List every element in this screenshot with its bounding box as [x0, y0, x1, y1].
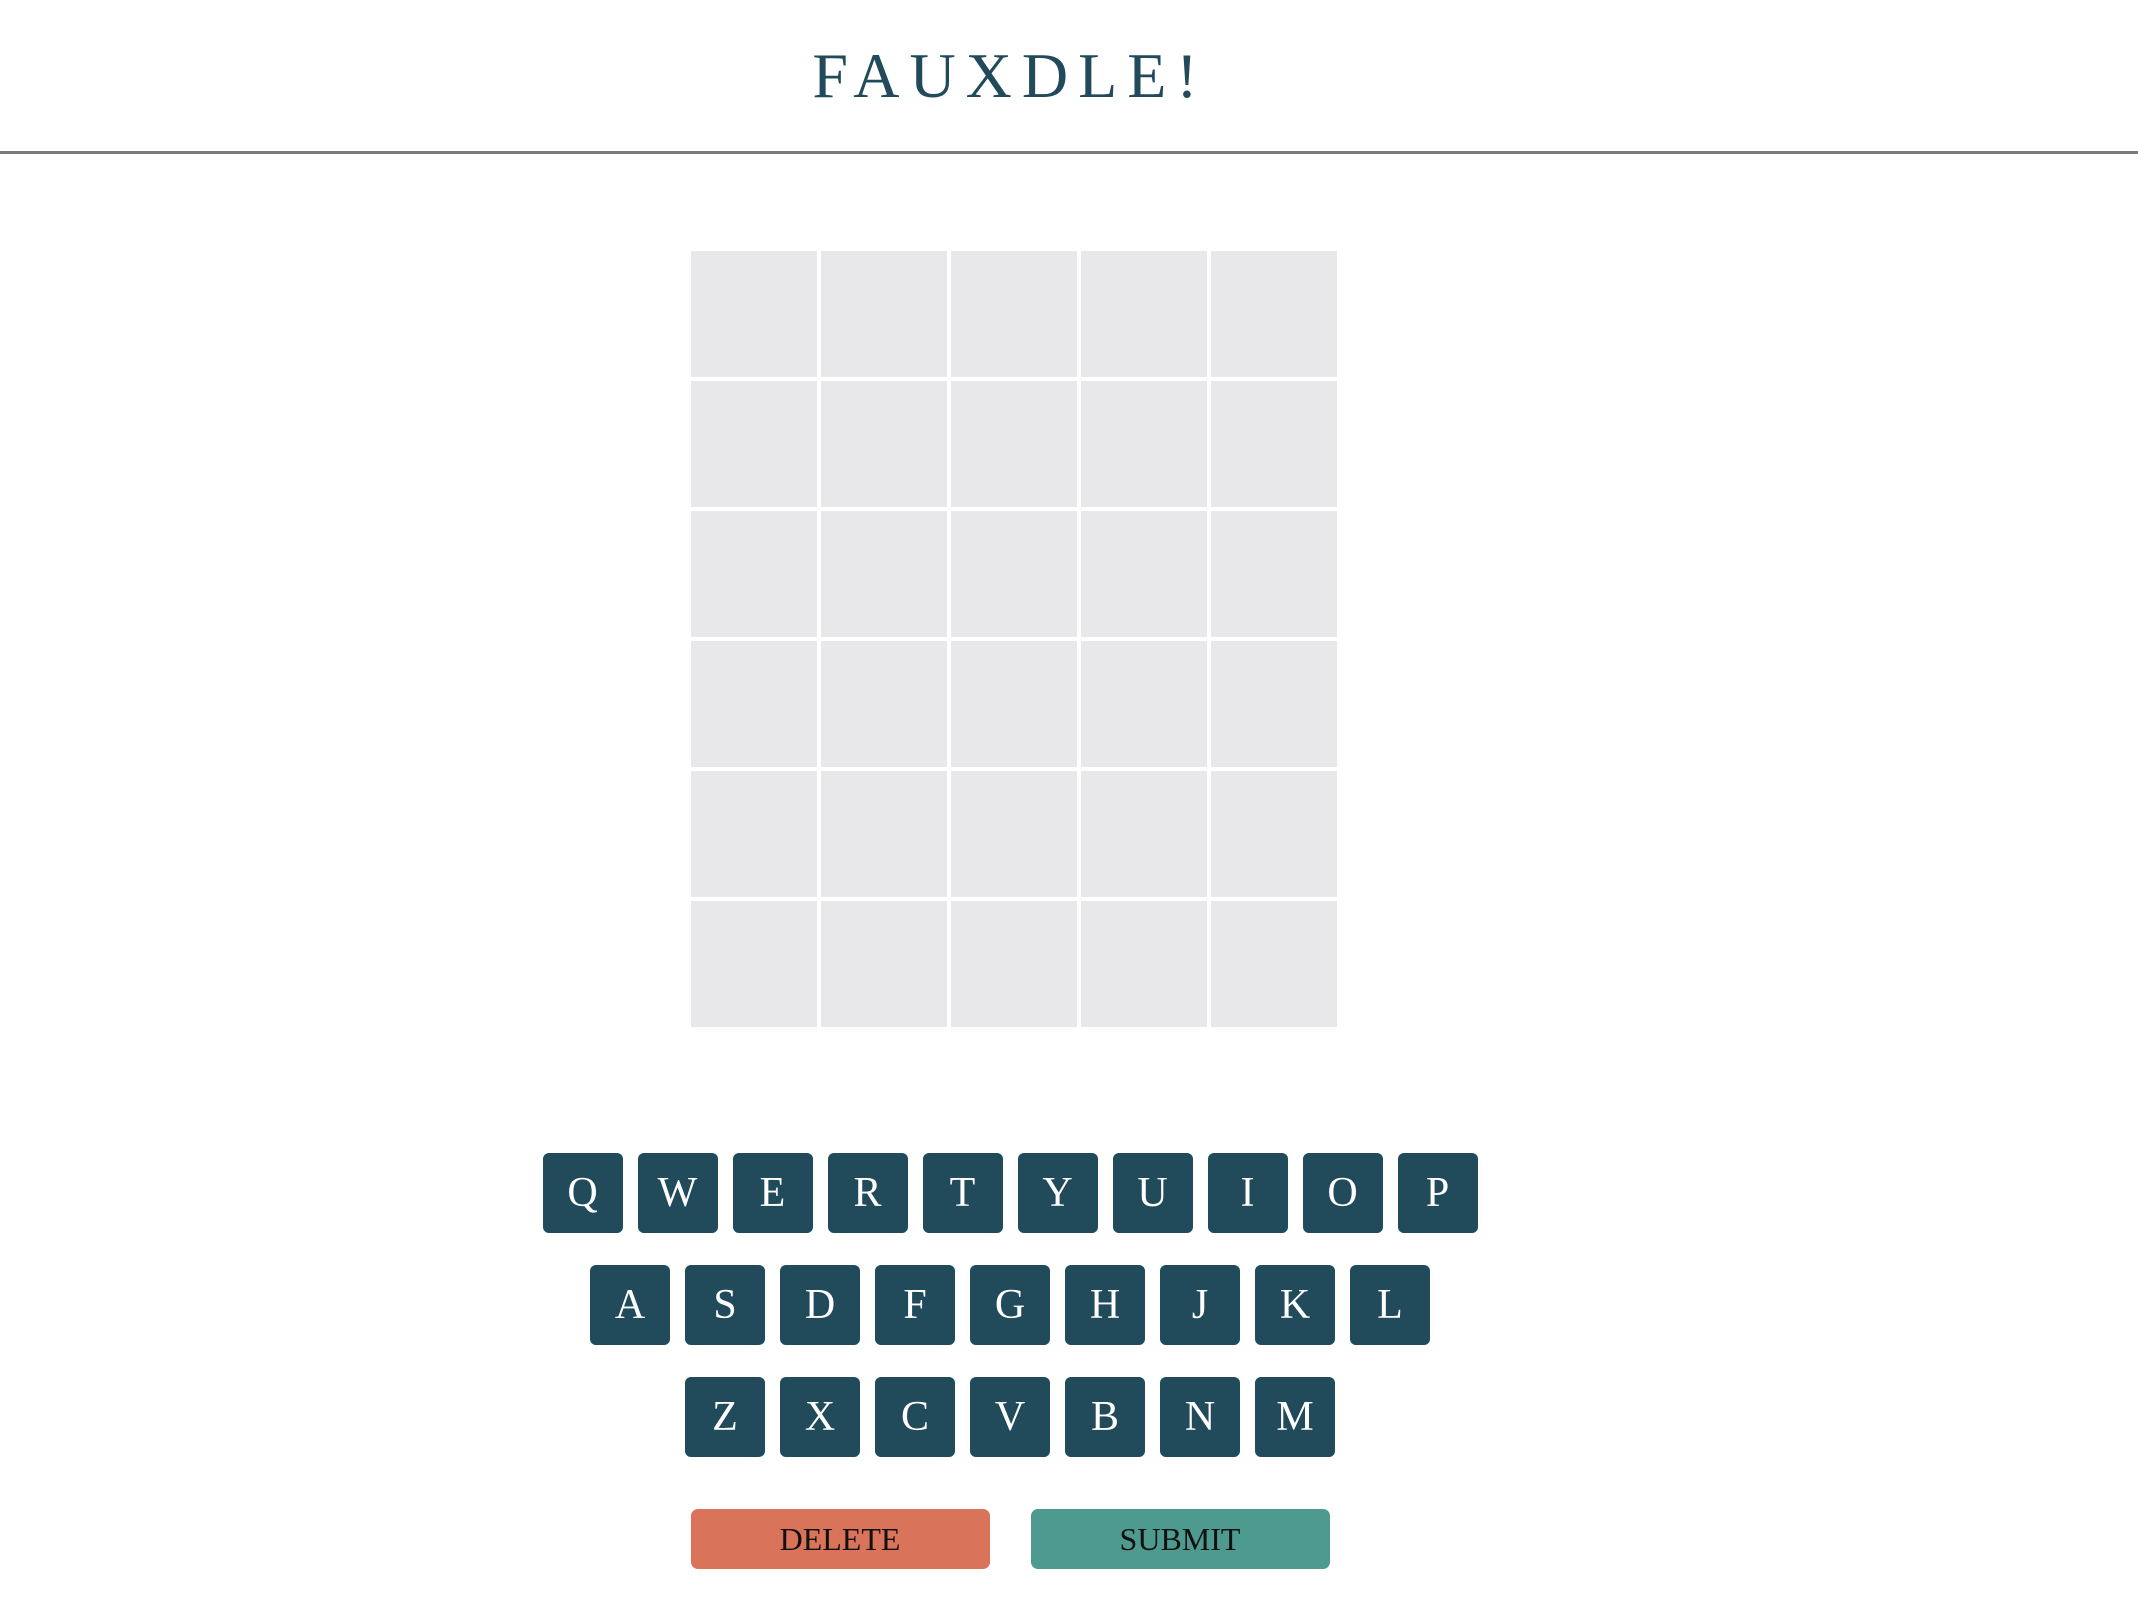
game-board	[691, 251, 1337, 1027]
board-tile	[821, 381, 947, 507]
key-z[interactable]: Z	[685, 1377, 765, 1457]
board-tile	[821, 771, 947, 897]
key-x[interactable]: X	[780, 1377, 860, 1457]
key-t[interactable]: T	[922, 1153, 1003, 1233]
board-tile	[951, 901, 1077, 1027]
board-tile	[1211, 251, 1337, 377]
board-tile	[951, 381, 1077, 507]
board-tile	[1081, 511, 1207, 637]
board-tile	[821, 901, 947, 1027]
key-b[interactable]: B	[1065, 1377, 1145, 1457]
board-tile	[691, 381, 817, 507]
game-title: FAUXDLE!	[812, 40, 1208, 111]
key-y[interactable]: Y	[1017, 1153, 1098, 1233]
key-o[interactable]: O	[1302, 1153, 1383, 1233]
key-n[interactable]: N	[1160, 1377, 1240, 1457]
board-tile	[1211, 511, 1337, 637]
key-c[interactable]: C	[875, 1377, 955, 1457]
key-i[interactable]: I	[1207, 1153, 1288, 1233]
key-k[interactable]: K	[1255, 1265, 1335, 1345]
key-m[interactable]: M	[1255, 1377, 1335, 1457]
delete-button[interactable]: DELETE	[690, 1509, 990, 1569]
key-g[interactable]: G	[970, 1265, 1050, 1345]
key-h[interactable]: H	[1065, 1265, 1145, 1345]
board-tile	[1081, 251, 1207, 377]
keyboard-row-1: QWERTYUIOP	[0, 1153, 2020, 1233]
key-f[interactable]: F	[875, 1265, 955, 1345]
key-d[interactable]: D	[780, 1265, 860, 1345]
board-tile	[691, 641, 817, 767]
board-tile	[951, 511, 1077, 637]
key-j[interactable]: J	[1160, 1265, 1240, 1345]
board-tile	[1081, 641, 1207, 767]
board-tile	[1211, 901, 1337, 1027]
board-tile	[821, 511, 947, 637]
board-tile	[1211, 381, 1337, 507]
keyboard-row-2: ASDFGHJKL	[0, 1265, 2020, 1345]
board-tile	[951, 251, 1077, 377]
key-s[interactable]: S	[685, 1265, 765, 1345]
board-tile	[821, 641, 947, 767]
board-tile	[691, 251, 817, 377]
board-tile	[1211, 771, 1337, 897]
board-tile	[1081, 771, 1207, 897]
key-q[interactable]: Q	[542, 1153, 623, 1233]
key-p[interactable]: P	[1397, 1153, 1478, 1233]
key-v[interactable]: V	[970, 1377, 1050, 1457]
key-w[interactable]: W	[637, 1153, 718, 1233]
board-tile	[1211, 641, 1337, 767]
board-tile	[1081, 381, 1207, 507]
header: FAUXDLE!	[0, 0, 2138, 154]
key-l[interactable]: L	[1350, 1265, 1430, 1345]
action-buttons: DELETE SUBMIT	[0, 1509, 2020, 1569]
board-tile	[691, 511, 817, 637]
key-u[interactable]: U	[1112, 1153, 1193, 1233]
board-tile	[691, 901, 817, 1027]
board-tile	[951, 771, 1077, 897]
board-tile	[1081, 901, 1207, 1027]
key-e[interactable]: E	[732, 1153, 813, 1233]
key-a[interactable]: A	[590, 1265, 670, 1345]
board-tile	[951, 641, 1077, 767]
submit-button[interactable]: SUBMIT	[1030, 1509, 1330, 1569]
board-tile	[691, 771, 817, 897]
board-tile	[821, 251, 947, 377]
keyboard-row-3: ZXCVBNM	[0, 1377, 2020, 1457]
key-r[interactable]: R	[827, 1153, 908, 1233]
